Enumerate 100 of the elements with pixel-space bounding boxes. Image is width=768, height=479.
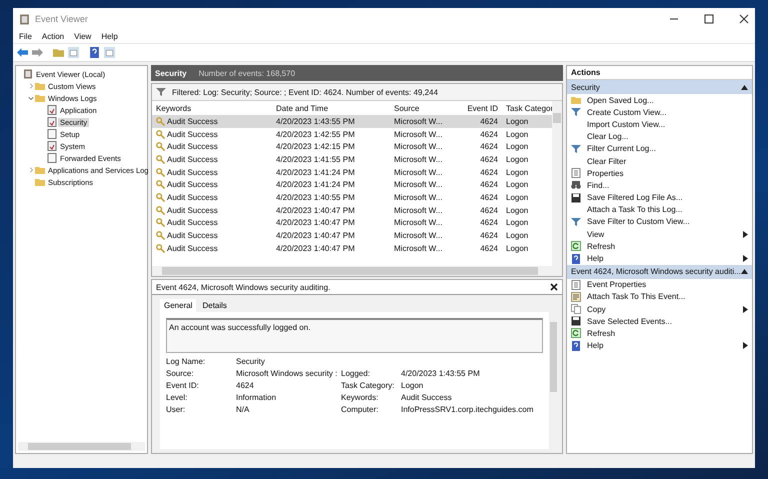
event-row[interactable]: Audit Success 4/20/2023 1:41:24 PM Microsoft W... 4624 Logon: [152, 166, 552, 178]
tab[interactable]: General: [160, 299, 196, 312]
collapse-caret-icon[interactable]: [741, 269, 748, 274]
field-label: User:: [166, 405, 186, 414]
pane-command[interactable]: Attach a Task To this Log...: [587, 205, 748, 214]
pane-command[interactable]: Refresh: [587, 242, 748, 251]
pane-command[interactable]: Filter Current Log...: [587, 144, 748, 154]
pane-command[interactable]: Attach Task To This Event...: [587, 292, 748, 302]
folder-icon[interactable]: [53, 47, 64, 58]
event-row[interactable]: Audit Success 4/20/2023 1:43:55 PM Microsoft W... 4624 Logon: [152, 115, 552, 128]
computer-log-icon: [23, 69, 33, 79]
table-cell: Audit Success: [167, 244, 218, 253]
field-value: 4624: [236, 381, 255, 390]
table-cell-text: 4624: [479, 180, 499, 190]
table-cell-text: Logon: [505, 244, 530, 253]
pane-command[interactable]: Help: [587, 341, 737, 350]
back-arrow-icon[interactable]: [17, 47, 28, 58]
table-cell-text: 4/20/2023 1:40:55 PM: [275, 192, 356, 202]
menu-item[interactable]: File: [19, 32, 32, 41]
table-cell-text: Logon: [505, 168, 530, 177]
key-icon: [156, 244, 165, 253]
close-icon[interactable]: [739, 14, 749, 24]
document-icon: [571, 168, 581, 178]
horizontal-scrollbar[interactable]: [18, 442, 145, 451]
pane-command[interactable]: Event Properties: [587, 280, 748, 290]
event-row[interactable]: Audit Success 4/20/2023 1:40:47 PM Microsoft W... 4624 Logon: [152, 229, 552, 242]
forward-arrow-icon[interactable]: [32, 47, 43, 58]
pane-command[interactable]: View: [587, 230, 737, 239]
table-cell: Audit Success: [167, 192, 218, 202]
section-header[interactable]: Event 4624, Microsoft Windows security auditi...: [567, 264, 752, 279]
window-title: Event Viewer: [35, 14, 89, 24]
log-icon: [47, 105, 57, 115]
menu-item[interactable]: Action: [42, 32, 64, 41]
column-header[interactable]: Task Categor: [502, 104, 552, 112]
menu-item[interactable]: Help: [101, 32, 118, 41]
table-cell-text: Logon: [505, 180, 530, 190]
key-icon: [156, 130, 165, 139]
pane-command[interactable]: Copy: [587, 304, 737, 314]
refresh-icon: [571, 241, 581, 252]
collapsed-chevron-icon[interactable]: [28, 167, 34, 173]
pane-command[interactable]: Clear Filter: [587, 156, 748, 166]
event-row[interactable]: Audit Success 4/20/2023 1:40:47 PM Microsoft W... 4624 Logon: [152, 216, 552, 230]
table-cell: Audit Success: [167, 180, 218, 190]
panel-icon[interactable]: [104, 47, 115, 58]
expanded-chevron-icon[interactable]: [28, 95, 34, 101]
section-header[interactable]: Security: [567, 80, 752, 94]
table-cell: Audit Success: [167, 218, 218, 228]
event-row[interactable]: Audit Success 4/20/2023 1:40:47 PM Microsoft W... 4624 Logon: [152, 242, 552, 255]
pane-command[interactable]: Clear Log...: [587, 132, 748, 142]
pane-command[interactable]: Refresh: [587, 328, 748, 338]
column-header[interactable]: Date and Time: [272, 104, 390, 112]
table-cell-text: 4/20/2023 1:42:55 PM: [275, 130, 356, 139]
table-cell-text: Microsoft W...: [393, 192, 444, 202]
pane-command[interactable]: Properties: [587, 168, 748, 178]
document-icon: [571, 280, 581, 290]
menu-item[interactable]: View: [74, 32, 92, 41]
collapsed-chevron-icon[interactable]: [28, 83, 34, 89]
table-cell-text: 4/20/2023 1:41:24 PM: [275, 180, 356, 190]
column-header[interactable]: Source: [390, 104, 460, 112]
table-cell-text: Microsoft W...: [393, 218, 444, 228]
table-cell-text: 4624: [479, 116, 499, 126]
table-cell-text: Logon: [505, 218, 530, 228]
event-row[interactable]: Audit Success 4/20/2023 1:41:55 PM Microsoft W... 4624 Logon: [152, 153, 552, 166]
field-label: Source:: [166, 369, 195, 378]
horizontal-scrollbar[interactable]: [152, 266, 562, 276]
pane-command[interactable]: Open Saved Log...: [587, 96, 748, 105]
pane-command[interactable]: Save Filter to Custom View...: [587, 217, 748, 226]
event-row[interactable]: Audit Success 4/20/2023 1:41:24 PM Microsoft W... 4624 Logon: [152, 178, 552, 192]
pane-command[interactable]: Save Selected Events...: [587, 316, 748, 326]
panel-icon[interactable]: [68, 47, 79, 58]
vertical-scrollbar[interactable]: [552, 101, 562, 266]
close-icon[interactable]: [550, 283, 558, 291]
table-cell-text: 4624: [479, 231, 499, 240]
table-cell-text: 4624: [479, 130, 499, 139]
table-cell-text: 4624: [479, 192, 499, 202]
column-header[interactable]: Keywords: [152, 104, 272, 112]
pane-command[interactable]: Import Custom View...: [587, 120, 748, 129]
pane-command[interactable]: Help: [587, 254, 737, 264]
field-value: InfoPressSRV1.corp.itechguides.com: [401, 405, 534, 414]
pane-command[interactable]: Create Custom View...: [587, 108, 748, 117]
collapse-caret-icon[interactable]: [741, 84, 748, 90]
event-row[interactable]: Audit Success 4/20/2023 1:42:15 PM Microsoft W... 4624 Logon: [152, 140, 552, 154]
table-cell-text: 4/20/2023 1:43:55 PM: [275, 116, 356, 126]
log-icon: [47, 117, 57, 127]
help-icon: [571, 254, 581, 264]
log-icon: [47, 153, 57, 163]
tab[interactable]: Details: [198, 299, 231, 312]
table-cell-text: 4624: [479, 206, 499, 215]
table-cell: Audit Success: [167, 142, 218, 152]
pane-command[interactable]: Find...: [587, 180, 748, 190]
help-icon[interactable]: [89, 47, 100, 58]
maximize-icon[interactable]: [704, 14, 714, 24]
table-cell-text: 4624: [479, 244, 499, 253]
event-row[interactable]: Audit Success 4/20/2023 1:40:47 PM Microsoft W... 4624 Logon: [152, 204, 552, 216]
event-row[interactable]: Audit Success 4/20/2023 1:40:55 PM Microsoft W... 4624 Logon: [152, 191, 552, 204]
event-row[interactable]: Audit Success 4/20/2023 1:42:55 PM Microsoft W... 4624 Logon: [152, 128, 552, 140]
table-cell-text: 4624: [479, 142, 499, 152]
field-label: Event ID:: [166, 381, 200, 390]
pane-command[interactable]: Save Filtered Log File As...: [587, 193, 748, 202]
column-header[interactable]: Event ID: [460, 104, 502, 112]
